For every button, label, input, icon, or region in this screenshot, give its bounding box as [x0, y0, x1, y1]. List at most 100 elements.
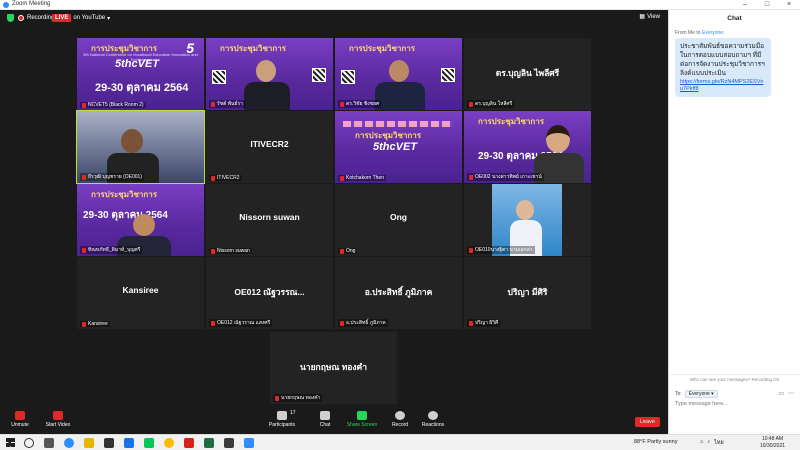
video-tile[interactable]: การประชุมวิชาการ 29-30 ตุลาคม 2564 OE002… — [464, 111, 591, 183]
participants-icon — [277, 411, 287, 420]
unmute-label: Unmute — [11, 422, 29, 428]
file-explorer-icon[interactable] — [84, 438, 94, 448]
video-tile[interactable]: การประชุมวิชาการ 5thcVET Kotchakorn Then — [335, 111, 462, 183]
meeting-toolbar: Unmute Start Video Participants 17 Chat … — [0, 408, 668, 434]
participant-name: ดร.วิชัย ชิงชยศ — [338, 100, 382, 108]
task-view-icon[interactable] — [44, 438, 54, 448]
pdf-app-icon[interactable] — [184, 438, 194, 448]
view-button[interactable]: ▦ View — [639, 13, 660, 21]
video-tile[interactable]: การประชุมวิชาการ ดร.วิชัย ชิงชยศ — [335, 38, 462, 110]
qr-code-image — [312, 68, 326, 82]
video-tile[interactable]: อ.ประสิทธิ์ ภูมิภาค อ.ประสิทธิ์ ภูมิภาค — [335, 257, 462, 329]
store-icon[interactable] — [104, 438, 114, 448]
chat-message-link[interactable]: https://forms.gle/RzN4MPS2ESVnu7Pkff8 — [680, 79, 766, 93]
windows-start-icon[interactable] — [6, 438, 15, 447]
video-tile[interactable]: ดร.บุญลิน ไพลีศรี ดร.บุญลิน ใหลีศรี — [464, 38, 591, 110]
video-tile[interactable]: ปริญา มีศิริ ปริญา ผิวิศี — [464, 257, 591, 329]
poster-title: การประชุมวิชาการ — [220, 44, 287, 53]
live-stream-indicator[interactable]: LIVE on YouTube ▾ — [52, 13, 110, 23]
weather-widget[interactable]: 88°F Partly sunny — [634, 439, 677, 445]
poster-decor — [343, 121, 453, 127]
excel-app-icon[interactable] — [204, 438, 214, 448]
participants-button[interactable]: Participants — [262, 411, 302, 428]
search-icon[interactable] — [24, 438, 34, 448]
recording-indicator[interactable]: Recording — [18, 13, 54, 23]
video-tile[interactable]: การประชุมวิชาการ รัชต์ พันธ์รา — [206, 38, 333, 110]
clock[interactable]: 10:48 AM 10/30/2021 — [760, 436, 785, 450]
security-shield-icon[interactable] — [7, 14, 14, 22]
participant-name: ปริญา ผิวิศี — [467, 319, 501, 327]
qr-code-image — [212, 70, 226, 84]
maximize-button[interactable]: □ — [756, 0, 778, 10]
close-button[interactable]: × — [778, 0, 800, 10]
muted-mic-icon — [211, 320, 215, 326]
video-tile[interactable]: การประชุมวิชาการ 5 5th National Conferen… — [77, 38, 204, 110]
recipient-dropdown[interactable]: Everyone ▾ — [684, 390, 718, 398]
participant-display-name: ปริญา มีศิริ — [507, 287, 548, 297]
video-tile-active-speaker[interactable]: ธีรวุฒิ บุญชราย (OE001) — [76, 110, 205, 184]
video-tile[interactable]: ITIVECR2 ITIVECR2 — [206, 111, 333, 183]
language-indicator[interactable]: ไทย — [714, 439, 724, 447]
more-options-icon[interactable]: ⋯ — [788, 390, 794, 397]
windows-taskbar: 88°F Partly sunny ⌂ ♪ ไทย 10:48 AM 10/30… — [0, 434, 800, 450]
zoom-app-icon[interactable] — [244, 438, 254, 448]
participants-count: 17 — [290, 410, 296, 416]
chat-bubble-icon — [320, 411, 330, 420]
terminal-app-icon[interactable] — [224, 438, 234, 448]
participant-name: ทิณทภัทธี_ดิมาท์_บุญศรี — [80, 246, 143, 254]
mail-icon[interactable] — [124, 438, 134, 448]
line-app-icon[interactable] — [144, 438, 154, 448]
person-head — [546, 125, 570, 153]
window-controls: – □ × — [734, 0, 800, 10]
muted-mic-icon — [340, 320, 344, 326]
reactions-label: Reactions — [421, 422, 445, 428]
person-body — [244, 82, 290, 110]
record-icon — [395, 411, 405, 420]
unmute-button[interactable]: Unmute — [0, 411, 40, 428]
muted-mic-icon — [211, 175, 215, 181]
chevron-down-icon[interactable]: ▾ — [107, 15, 110, 22]
video-tile[interactable]: Nissorn suwan Nissorn suwan — [206, 184, 333, 256]
minimize-button[interactable]: – — [734, 0, 756, 10]
participant-name: ธีรวุฒิ บุญชราย (OE001) — [80, 173, 144, 181]
participant-name: Ong — [338, 248, 358, 254]
muted-mic-icon — [469, 101, 473, 107]
leave-button[interactable]: Leave — [635, 417, 660, 427]
muted-mic-icon — [275, 395, 279, 401]
file-attach-icon[interactable]: ▭ — [778, 390, 784, 397]
video-tile[interactable]: Kansiree Kansiree — [77, 257, 204, 329]
participant-name: ดร.บุญลิน ใหลีศรี — [467, 100, 515, 108]
chat-tools: ▭ ⋯ — [778, 390, 794, 397]
video-tile[interactable]: OE012 ณัฐวรรณ... OE012 ณัฐวราณ แสงศรี — [206, 257, 333, 329]
participant-name: นายกฤษณ ทองคำ — [273, 394, 323, 402]
chat-header: Chat — [727, 15, 742, 22]
chrome-browser-icon[interactable] — [164, 438, 174, 448]
edge-browser-icon[interactable] — [64, 438, 74, 448]
chat-input[interactable] — [675, 401, 793, 407]
reactions-button[interactable]: Reactions — [413, 411, 453, 428]
chat-sender: From Me to Everyone: — [675, 30, 725, 36]
video-tile[interactable]: Ong Ong — [335, 184, 462, 256]
chat-button[interactable]: Chat — [305, 411, 345, 428]
video-tile[interactable]: การประชุมวิชาการ 29-30 ตุลาคม 2564 ทิณทภ… — [77, 184, 204, 256]
microphone-muted-icon — [15, 411, 25, 420]
qr-code-image — [341, 70, 355, 84]
record-label: Record — [391, 422, 409, 428]
share-screen-button[interactable]: Share Screen — [342, 411, 382, 428]
participants-label: Participants — [268, 422, 296, 428]
clock-date: 10/30/2021 — [760, 443, 786, 449]
window-titlebar: Zoom Meeting – □ × — [0, 0, 800, 10]
chat-visibility-notice[interactable]: Who can see your messages? Recording On — [669, 374, 800, 382]
meeting-area: Recording LIVE on YouTube ▾ ▦ View การปร… — [0, 10, 668, 434]
start-video-button[interactable]: Start Video — [38, 411, 78, 428]
video-tile[interactable]: นายกฤษณ ทองคำ นายกฤษณ ทองคำ — [270, 332, 397, 404]
muted-mic-icon — [340, 101, 344, 107]
qr-code-image — [441, 68, 455, 82]
share-screen-label: Share Screen — [346, 422, 378, 428]
system-tray: ⌂ ♪ ไทย — [700, 439, 724, 447]
participant-display-name: Kansiree — [122, 285, 159, 295]
network-icon[interactable]: ⌂ — [700, 439, 703, 447]
volume-icon[interactable]: ♪ — [707, 439, 710, 447]
video-tile[interactable]: OE010นางฐิตา นามเอกล่า — [464, 184, 591, 256]
muted-mic-icon — [340, 248, 344, 254]
